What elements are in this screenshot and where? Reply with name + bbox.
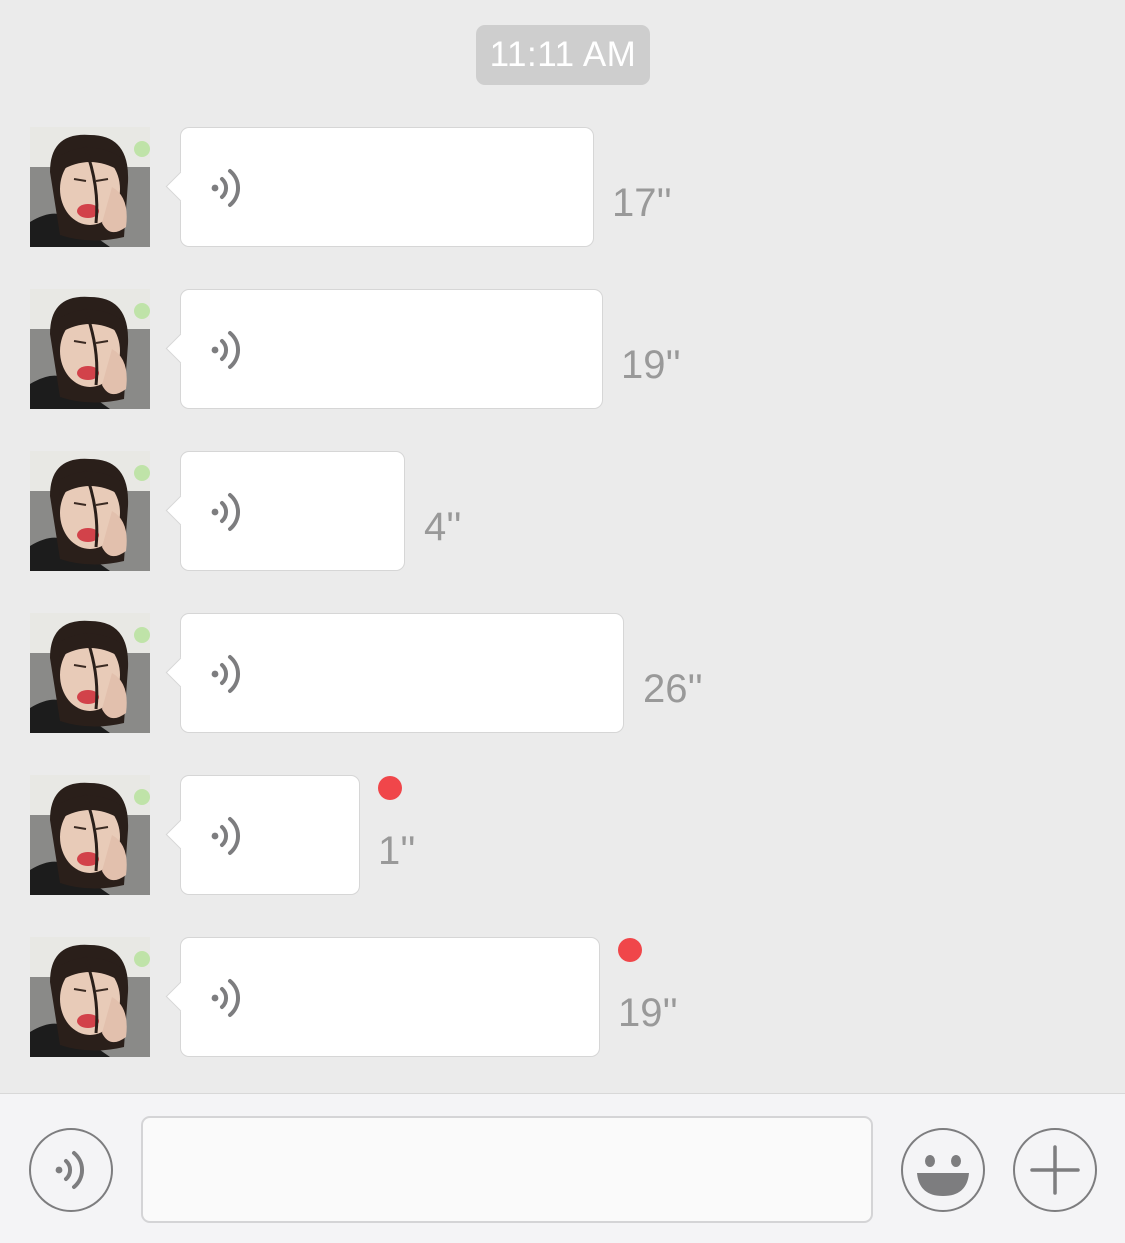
sender-avatar[interactable] <box>30 775 150 895</box>
avatar-photo-icon <box>30 451 150 571</box>
avatar-photo-icon <box>30 613 150 733</box>
emoji-icon <box>917 1155 969 1196</box>
voice-message-bubble[interactable] <box>165 937 600 1057</box>
voice-mode-icon <box>55 1151 85 1189</box>
message-row: 1'' <box>0 775 1125 895</box>
voice-mode-button[interactable] <box>29 1128 113 1212</box>
voice-duration: 1'' <box>378 829 416 873</box>
voice-duration: 26'' <box>643 667 703 711</box>
plus-icon <box>1030 1145 1080 1195</box>
bubble-tail <box>165 495 196 526</box>
voice-wave-icon <box>211 169 241 207</box>
unread-dot <box>618 938 642 962</box>
voice-wave-icon <box>211 817 241 855</box>
unread-dot <box>378 776 402 800</box>
voice-wave-icon <box>211 979 241 1017</box>
voice-wave-icon <box>211 493 241 531</box>
voice-message-bubble[interactable] <box>165 127 594 247</box>
message-row: 26'' <box>0 613 1125 733</box>
sender-avatar[interactable] <box>30 613 150 733</box>
sender-avatar[interactable] <box>30 127 150 247</box>
chat-timestamp: 11:11 AM <box>476 25 650 85</box>
avatar-photo-icon <box>30 775 150 895</box>
message-row: 17'' <box>0 127 1125 247</box>
voice-wave-icon <box>211 655 241 693</box>
message-row: 19'' <box>0 937 1125 1057</box>
avatar-photo-icon <box>30 127 150 247</box>
voice-duration: 17'' <box>612 181 672 225</box>
voice-message-bubble[interactable] <box>165 451 405 571</box>
chat-input-bar <box>0 1093 1125 1243</box>
bubble-tail <box>165 333 196 364</box>
bubble-tail <box>165 171 196 202</box>
avatar-photo-icon <box>30 289 150 409</box>
sender-avatar[interactable] <box>30 289 150 409</box>
voice-duration: 4'' <box>424 505 462 549</box>
bubble-tail <box>165 819 196 850</box>
more-button[interactable] <box>1013 1128 1097 1212</box>
bubble-tail <box>165 981 196 1012</box>
sender-avatar[interactable] <box>30 937 150 1057</box>
bubble-tail <box>165 657 196 688</box>
voice-message-bubble[interactable] <box>165 613 624 733</box>
message-row: 19'' <box>0 289 1125 409</box>
voice-wave-icon <box>211 331 241 369</box>
message-row: 4'' <box>0 451 1125 571</box>
voice-message-bubble[interactable] <box>165 775 360 895</box>
avatar-photo-icon <box>30 937 150 1057</box>
emoji-button[interactable] <box>901 1128 985 1212</box>
voice-duration: 19'' <box>621 343 681 387</box>
sender-avatar[interactable] <box>30 451 150 571</box>
timestamp-label: 11:11 AM <box>489 35 637 74</box>
voice-duration: 19'' <box>618 991 678 1035</box>
voice-message-bubble[interactable] <box>165 289 603 409</box>
message-input[interactable] <box>141 1116 873 1223</box>
